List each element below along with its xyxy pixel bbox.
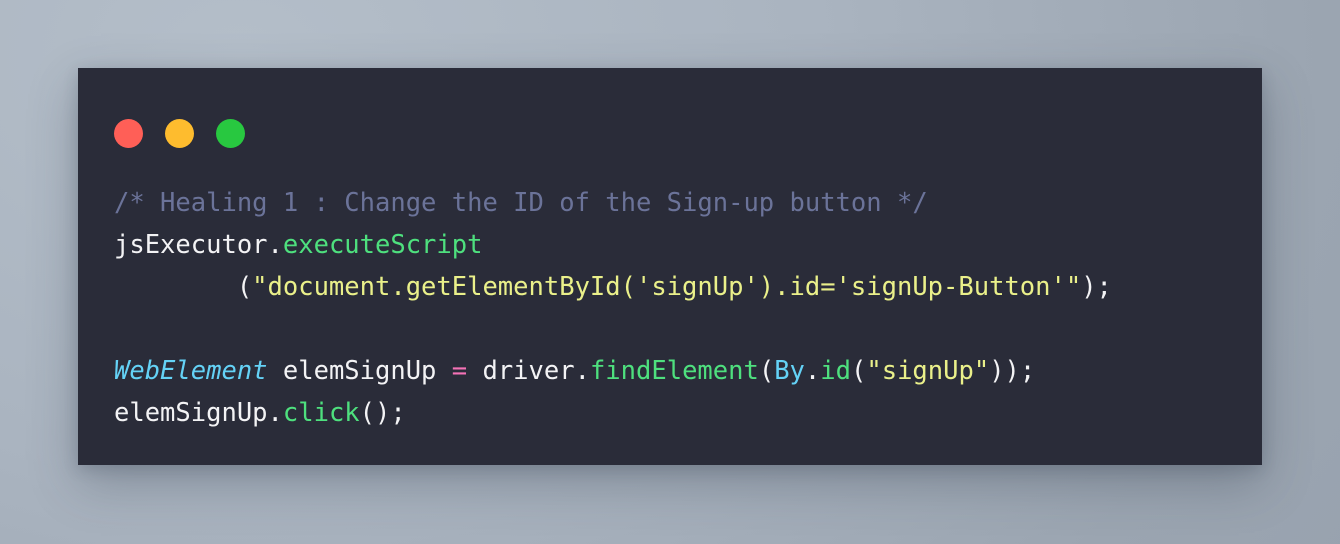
code-token-string: "signUp": [866, 356, 990, 386]
code-token-plain: );: [1081, 272, 1112, 302]
close-button[interactable]: [114, 119, 143, 148]
code-token-class: By: [774, 356, 805, 386]
line-4-blank: [114, 308, 1244, 350]
line-5-webelement: WebElement elemSignUp = driver.findEleme…: [114, 350, 1244, 392]
code-token-fn: findElement: [589, 356, 759, 386]
code-token-plain: ));: [989, 356, 1036, 386]
code-token-type: WebElement: [114, 356, 268, 386]
code-token-plain: driver.: [467, 356, 590, 386]
code-token-plain: (: [851, 356, 867, 386]
code-token-plain: (: [758, 356, 775, 386]
window-controls: [114, 119, 245, 148]
minimize-button[interactable]: [165, 119, 194, 148]
line-6-click: elemSignUp.click();: [114, 392, 1244, 434]
code-token-fn: executeScript: [282, 230, 483, 260]
line-1-comment: /* Healing 1 : Change the ID of the Sign…: [114, 182, 1244, 224]
code-token-plain: elemSignUp.: [114, 398, 283, 428]
code-block: /* Healing 1 : Change the ID of the Sign…: [114, 182, 1244, 434]
code-token-comment: /* Healing 1 : Change the ID of the Sign…: [114, 188, 928, 218]
code-token-plain: jsExecutor.: [114, 230, 283, 260]
line-3-script-string: ("document.getElementById('signUp').id='…: [114, 266, 1244, 308]
code-token-operator: =: [451, 356, 468, 386]
code-token-fn: id: [820, 356, 851, 386]
code-token-plain: elemSignUp: [267, 356, 452, 386]
maximize-button[interactable]: [216, 119, 245, 148]
code-token-plain: ();: [359, 398, 406, 428]
code-token-string: "document.getElementById('signUp').id='s…: [252, 272, 1082, 302]
line-2-jsexecutor: jsExecutor.executeScript: [114, 224, 1244, 266]
code-token-plain: (: [114, 272, 253, 302]
code-token-fn: click: [282, 398, 360, 428]
code-token-plain: .: [804, 356, 821, 386]
code-snippet-window: /* Healing 1 : Change the ID of the Sign…: [78, 68, 1262, 465]
